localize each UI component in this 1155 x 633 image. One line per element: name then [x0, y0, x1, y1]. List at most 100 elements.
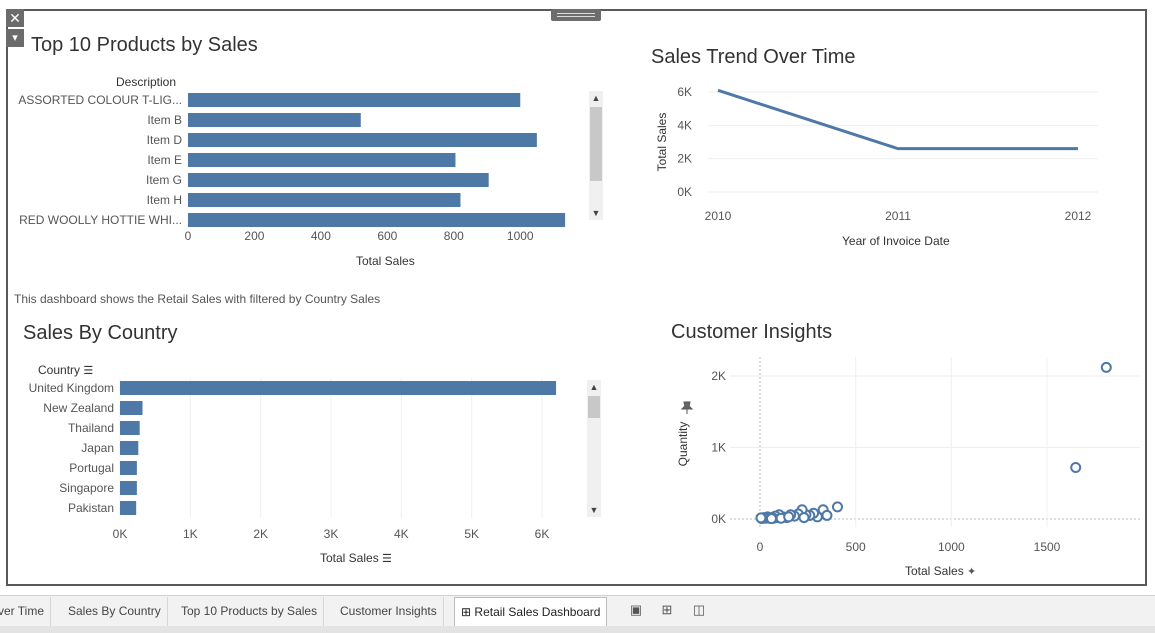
country-label: Japan	[81, 441, 114, 455]
country-label: Pakistan	[68, 501, 114, 515]
country-label: United Kingdom	[29, 381, 114, 395]
product-bar[interactable]	[188, 193, 461, 207]
sheet-tab-bar: ver Time Sales By Country Top 10 Product…	[0, 595, 1155, 627]
x-tick-label: 1000	[938, 540, 965, 554]
dashboard-description: This dashboard shows the Retail Sales wi…	[14, 292, 381, 306]
drag-handle[interactable]	[551, 9, 601, 21]
product-label: Item G	[146, 173, 182, 187]
scroll-up-icon[interactable]: ▲	[587, 380, 601, 394]
country-bar[interactable]	[120, 481, 137, 495]
country-scrollbar[interactable]: ▲ ▼	[587, 380, 601, 517]
x-tick-label: 400	[311, 229, 331, 243]
pin-icon[interactable]: ✦	[967, 566, 976, 578]
top-products-chart: ASSORTED COLOUR T-LIG... Item B Item D Item…	[18, 93, 566, 243]
country-x-axis-label: Total Sales	[320, 551, 379, 565]
top-products-x-axis-title: Total Sales	[356, 254, 415, 268]
scatter-point[interactable]	[821, 509, 833, 521]
trend-x-axis-title: Year of Invoice Date	[842, 234, 950, 248]
close-icon[interactable]: ✕	[6, 9, 24, 27]
scatter-point[interactable]	[765, 513, 777, 525]
country-bar[interactable]	[120, 381, 557, 395]
y-tick-label: 0K	[677, 185, 692, 199]
scrollbar-thumb[interactable]	[588, 396, 600, 418]
x-tick-label: 5K	[464, 527, 479, 541]
country-bar[interactable]	[120, 401, 143, 415]
new-dashboard-icon[interactable]: ⊞	[657, 602, 677, 620]
insights-chart: 2K 1K 0K 0 500 1000 1500 Quantity	[676, 357, 1140, 554]
scroll-up-icon[interactable]: ▲	[589, 91, 603, 105]
country-bar[interactable]	[120, 421, 140, 435]
scatter-point[interactable]	[755, 512, 767, 524]
country-column-header[interactable]: Country ☰	[38, 363, 93, 377]
x-tick-label: 6K	[535, 527, 550, 541]
new-worksheet-icon[interactable]: ▣	[626, 602, 646, 620]
country-label: Thailand	[68, 421, 114, 435]
y-tick-label: 4K	[677, 118, 692, 132]
x-tick-label: 1000	[507, 229, 534, 243]
product-bar[interactable]	[188, 173, 489, 187]
x-tick-label: 800	[444, 229, 464, 243]
x-tick-label: 1500	[1034, 540, 1061, 554]
x-tick-label: 2010	[705, 209, 732, 223]
x-tick-label: 3K	[324, 527, 339, 541]
scatter-point[interactable]	[1100, 361, 1112, 373]
product-label: Item B	[147, 113, 182, 127]
insights-x-axis-title[interactable]: Total Sales ✦	[905, 564, 976, 578]
scatter-point[interactable]	[783, 511, 795, 523]
scroll-down-icon[interactable]: ▼	[587, 503, 601, 517]
scatter-point[interactable]	[798, 512, 810, 524]
x-tick-label: 600	[377, 229, 397, 243]
trend-chart: 6K 4K 2K 0K 2010 2011 2012 Total Sales	[655, 85, 1098, 223]
x-tick-label: 0K	[113, 527, 128, 541]
product-bar[interactable]	[188, 153, 456, 167]
top-products-column-header: Description	[116, 75, 177, 89]
y-tick-label: 2K	[711, 369, 726, 383]
country-bar[interactable]	[120, 461, 137, 475]
x-tick-label: 4K	[394, 527, 409, 541]
country-label: Portugal	[69, 461, 114, 475]
new-story-icon[interactable]: ◫	[689, 602, 709, 620]
x-tick-label: 0	[757, 540, 764, 554]
product-label: Item H	[147, 193, 182, 207]
product-bar[interactable]	[188, 133, 537, 147]
country-title: Sales By Country	[23, 322, 178, 344]
sort-icon[interactable]: ☰	[83, 365, 93, 377]
menu-dropdown-icon[interactable]: ▾	[6, 29, 24, 47]
tab-retail-sales-dashboard[interactable]: ⊞ Retail Sales Dashboard	[454, 597, 608, 627]
y-tick-label: 1K	[711, 441, 726, 455]
tab-top-10-products[interactable]: Top 10 Products by Sales	[175, 597, 325, 626]
scatter-point[interactable]	[1070, 462, 1082, 474]
product-label: ASSORTED COLOUR T-LIG...	[18, 93, 182, 107]
sort-icon[interactable]: ☰	[382, 553, 392, 565]
trend-y-axis-title: Total Sales	[655, 113, 669, 172]
top-products-scrollbar[interactable]: ▲ ▼	[589, 91, 603, 220]
scrollbar-thumb[interactable]	[590, 107, 602, 181]
scatter-point[interactable]	[831, 501, 843, 513]
insights-y-axis-title: Quantity	[676, 422, 690, 467]
dashboard-icon: ⊞	[461, 605, 472, 619]
product-bar[interactable]	[188, 213, 566, 227]
y-tick-label: 6K	[677, 85, 692, 99]
x-tick-label: 500	[846, 540, 866, 554]
x-tick-label: 2011	[885, 209, 911, 223]
tab-label: Retail Sales Dashboard	[474, 605, 601, 619]
y-tick-label: 2K	[677, 152, 692, 166]
product-label: RED WOOLLY HOTTIE WHI...	[19, 213, 182, 227]
x-tick-label: 1K	[183, 527, 198, 541]
country-bar[interactable]	[120, 441, 139, 455]
trend-line[interactable]	[717, 88, 1078, 151]
tab-sales-by-country[interactable]: Sales By Country	[62, 597, 168, 626]
pin-icon[interactable]	[680, 401, 694, 414]
product-bar[interactable]	[188, 113, 361, 127]
top-products-title: Top 10 Products by Sales	[31, 34, 258, 56]
tab-sales-trend[interactable]: ver Time	[0, 597, 52, 626]
scroll-down-icon[interactable]: ▼	[589, 206, 603, 220]
country-header-label: Country	[38, 363, 81, 377]
x-tick-label: 200	[244, 229, 264, 243]
tab-customer-insights[interactable]: Customer Insights	[334, 597, 444, 626]
product-label: Item E	[147, 153, 182, 167]
country-bar[interactable]	[120, 501, 137, 515]
country-x-axis-title[interactable]: Total Sales ☰	[320, 551, 392, 565]
country-label: Singapore	[59, 481, 114, 495]
product-bar[interactable]	[188, 93, 521, 107]
